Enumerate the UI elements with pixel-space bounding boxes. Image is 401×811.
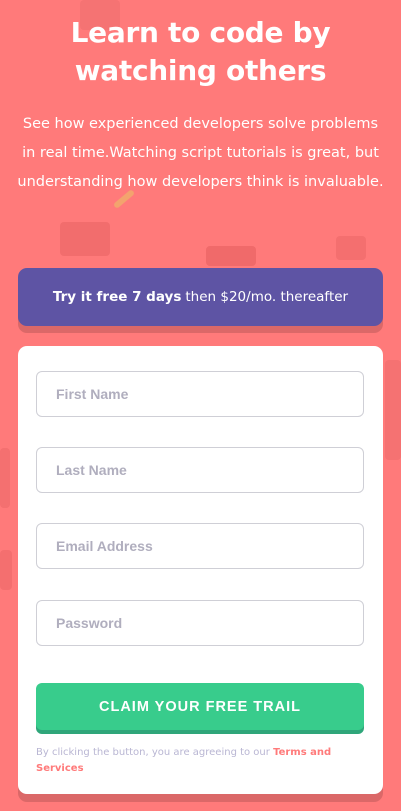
page-description: See how experienced developers solve pro… bbox=[17, 116, 384, 190]
email-input[interactable] bbox=[36, 523, 364, 569]
terms-notice: By clicking the button, you are agreeing… bbox=[36, 745, 356, 777]
password-input[interactable] bbox=[36, 600, 364, 646]
last-name-input[interactable] bbox=[36, 447, 364, 493]
decorative-shape bbox=[336, 236, 366, 260]
signup-form: CLAIM YOUR FREE TRAIL By clicking the bu… bbox=[18, 346, 383, 794]
decorative-shape bbox=[0, 550, 12, 590]
decorative-shape bbox=[385, 360, 401, 460]
hero-header: Learn to code by watching others See how… bbox=[0, 14, 401, 197]
decorative-shape bbox=[206, 246, 256, 266]
claim-free-trial-button[interactable]: CLAIM YOUR FREE TRAIL bbox=[36, 683, 364, 730]
terms-prefix: By clicking the button, you are agreeing… bbox=[36, 747, 270, 758]
first-name-input[interactable] bbox=[36, 371, 364, 417]
decorative-shape bbox=[0, 448, 10, 508]
promo-rest-text: then $20/mo. thereafter bbox=[185, 289, 349, 305]
promo-banner: Try it free 7 days then $20/mo. thereaft… bbox=[18, 268, 383, 326]
decorative-shape bbox=[60, 222, 110, 256]
promo-bold-text: Try it free 7 days bbox=[52, 289, 182, 305]
page-title: Learn to code by watching others bbox=[70, 16, 331, 87]
